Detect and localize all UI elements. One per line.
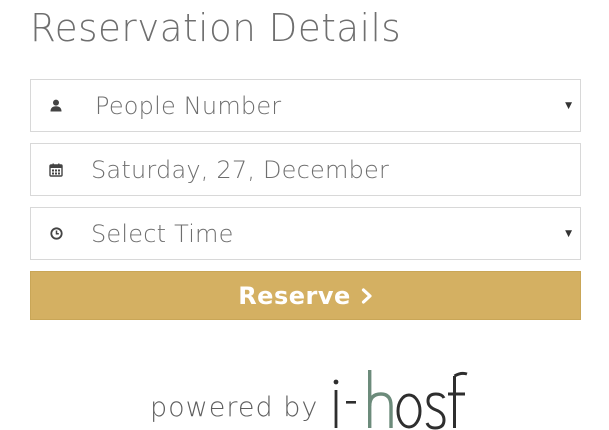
page-title: Reservation Details <box>30 6 402 50</box>
people-number-select[interactable]: People Number ▼ <box>30 79 581 132</box>
user-icon <box>47 97 65 115</box>
reserve-button[interactable]: Reserve <box>30 271 581 320</box>
powered-by-text: powered by <box>150 392 319 423</box>
reserve-button-label: Reserve <box>238 281 351 310</box>
powered-by-footer: powered by <box>150 362 480 430</box>
i-host-logo <box>333 370 468 430</box>
date-field[interactable]: Saturday, 27, December <box>30 143 581 196</box>
chevron-right-icon <box>361 287 373 304</box>
time-select[interactable]: Select Time ▼ <box>30 207 581 260</box>
date-value: Saturday, 27, December <box>91 155 390 184</box>
chevron-down-icon: ▼ <box>565 100 572 111</box>
people-number-value: People Number <box>95 91 282 120</box>
clock-icon <box>47 225 65 243</box>
time-value: Select Time <box>91 219 234 248</box>
calendar-icon <box>47 161 65 179</box>
chevron-down-icon: ▼ <box>565 228 572 239</box>
